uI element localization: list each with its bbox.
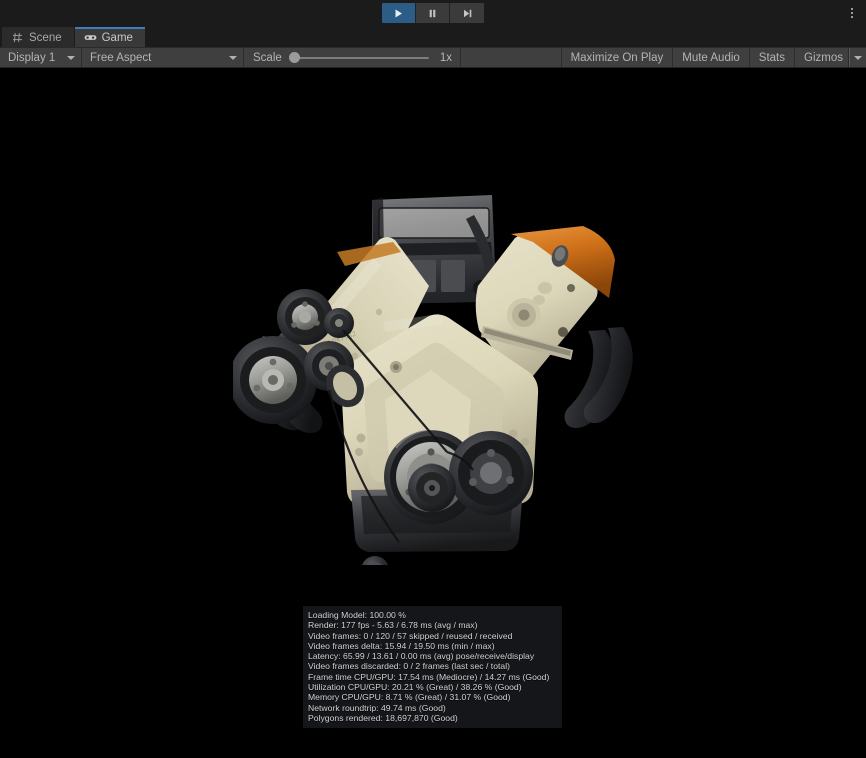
- stat-line: Video frames discarded: 0 / 2 frames (la…: [308, 661, 556, 671]
- tab-game-label: Game: [102, 32, 133, 44]
- stat-line: Latency: 65.99 / 13.61 / 0.00 ms (avg) p…: [308, 651, 556, 661]
- game-view-toolbar: Display 1 Free Aspect Scale 1x Maximize …: [0, 48, 866, 68]
- pause-icon: [427, 8, 438, 19]
- stat-line: Utilization CPU/GPU: 20.21 % (Great) / 3…: [308, 682, 556, 692]
- stat-line: Render: 177 fps - 5.63 / 6.78 ms (avg / …: [308, 620, 556, 630]
- toolbar-spacer: [461, 48, 562, 67]
- scale-value: 1x: [436, 52, 452, 64]
- tab-scene[interactable]: Scene: [2, 27, 75, 48]
- step-icon: [462, 8, 473, 19]
- step-button[interactable]: [450, 3, 484, 23]
- game-viewport[interactable]: 25047932: [0, 68, 866, 758]
- chevron-down-icon: [854, 56, 862, 60]
- stats-label: Stats: [759, 52, 785, 64]
- maximize-on-play-label: Maximize On Play: [571, 52, 664, 64]
- stat-line: Video frames: 0 / 120 / 57 skipped / reu…: [308, 631, 556, 641]
- mute-audio-label: Mute Audio: [682, 52, 740, 64]
- scale-slider-track: [289, 57, 429, 59]
- stat-line: Network roundtrip: 49.74 ms (Good): [308, 703, 556, 713]
- scale-slider[interactable]: [289, 52, 429, 64]
- stat-line: Loading Model: 100.00 %: [308, 610, 556, 620]
- play-button[interactable]: [382, 3, 416, 23]
- stats-button[interactable]: Stats: [750, 48, 795, 67]
- stat-line: Video frames delta: 15.94 / 19.50 ms (mi…: [308, 641, 556, 651]
- playmode-button-group: [382, 3, 484, 23]
- kebab-menu-icon[interactable]: [845, 5, 859, 21]
- stat-line: Frame time CPU/GPU: 17.54 ms (Mediocre) …: [308, 672, 556, 682]
- stat-line: Polygons rendered: 18,697,870 (Good): [308, 713, 556, 723]
- aspect-ratio-dropdown[interactable]: Free Aspect: [82, 48, 244, 67]
- chevron-down-icon: [229, 56, 237, 60]
- engine-model-render: 25047932: [233, 190, 637, 565]
- pause-button[interactable]: [416, 3, 450, 23]
- play-icon: [393, 8, 404, 19]
- unity-game-view-window: Scene Game Display 1 Free Aspect Scale: [0, 0, 866, 758]
- stat-line: Memory CPU/GPU: 8.71 % (Great) / 31.07 %…: [308, 692, 556, 702]
- stats-overlay-panel: Loading Model: 100.00 % Render: 177 fps …: [303, 606, 562, 728]
- scale-label: Scale: [253, 52, 282, 64]
- tab-scene-label: Scene: [29, 32, 62, 44]
- scale-control: Scale 1x: [244, 48, 461, 67]
- display-dropdown-label: Display 1: [8, 52, 55, 64]
- tab-game[interactable]: Game: [75, 27, 146, 48]
- gizmos-label: Gizmos: [804, 52, 843, 64]
- grid-icon: [11, 31, 24, 44]
- gizmos-button[interactable]: Gizmos: [795, 48, 849, 67]
- gamepad-icon: [84, 31, 97, 44]
- panel-tab-strip: Scene Game: [0, 26, 866, 48]
- display-dropdown[interactable]: Display 1: [0, 48, 82, 67]
- aspect-ratio-label: Free Aspect: [90, 52, 151, 64]
- maximize-on-play-button[interactable]: Maximize On Play: [562, 48, 674, 67]
- scale-slider-knob[interactable]: [289, 52, 300, 63]
- play-control-bar: [0, 0, 866, 26]
- mute-audio-button[interactable]: Mute Audio: [673, 48, 750, 67]
- chevron-down-icon: [67, 56, 75, 60]
- gizmos-dropdown[interactable]: [849, 48, 866, 67]
